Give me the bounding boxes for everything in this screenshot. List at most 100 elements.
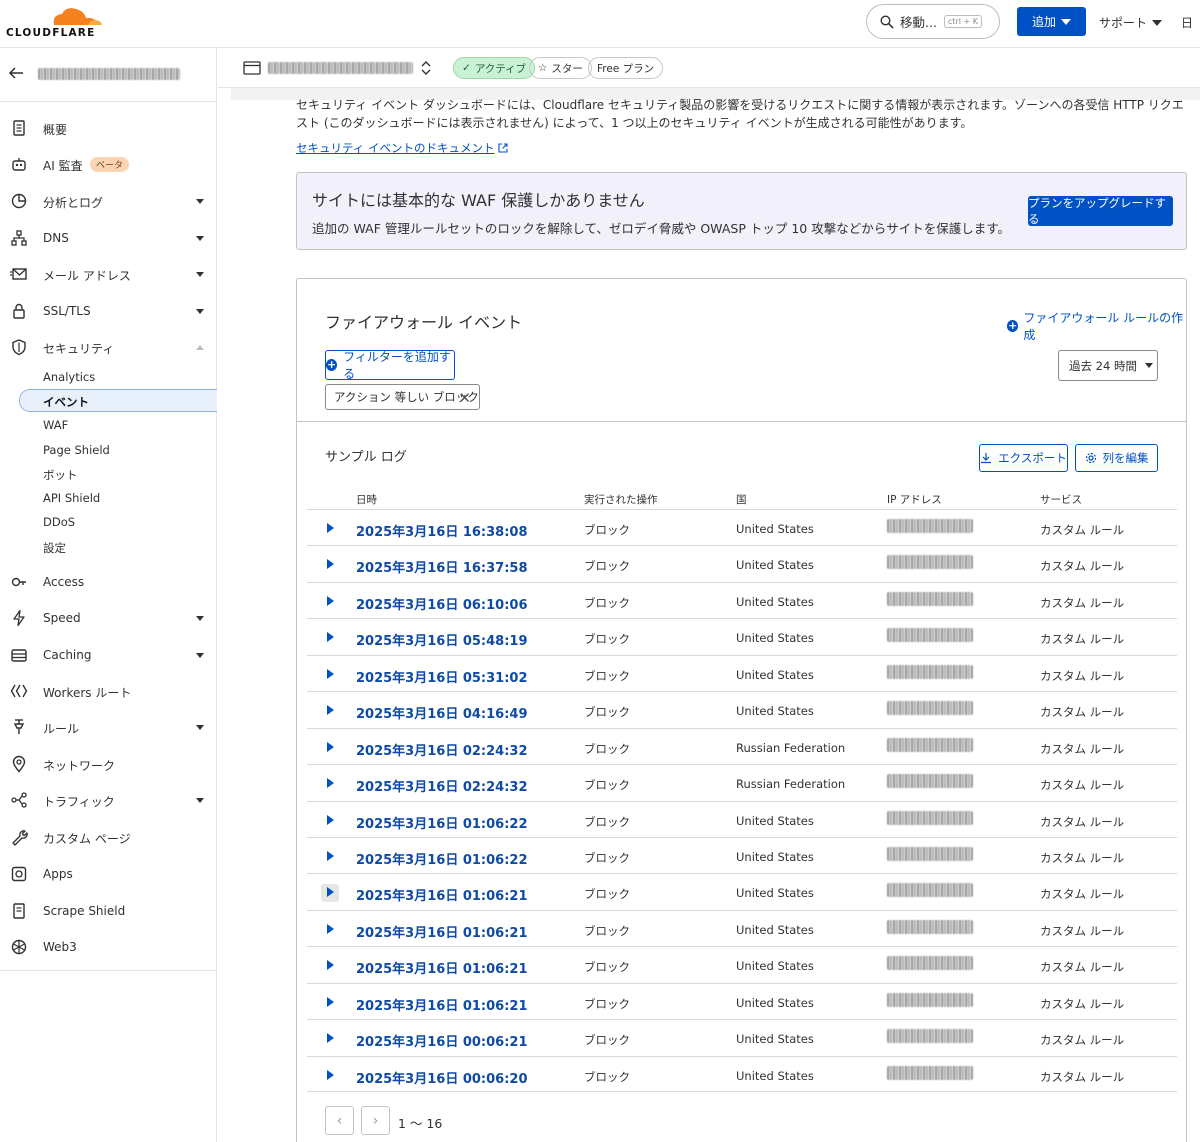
- chevron-up-icon[interactable]: [196, 345, 204, 350]
- back-arrow-icon[interactable]: [8, 65, 24, 81]
- chevron-down-icon[interactable]: [196, 725, 204, 730]
- sidebar-subitem-0[interactable]: Analytics: [43, 370, 95, 384]
- table-row[interactable]: 2025年3月16日 02:24:32 ブロック Russian Federatio…: [307, 764, 1177, 800]
- sidebar-subitem-1[interactable]: イベント: [43, 394, 89, 410]
- cloudflare-logo[interactable]: CLOUDFLARE: [6, 5, 106, 41]
- zone-name-redacted[interactable]: [268, 62, 413, 74]
- event-datetime[interactable]: 2025年3月16日 01:06:21: [356, 922, 528, 941]
- add-button[interactable]: 追加: [1017, 7, 1086, 36]
- expand-row-icon[interactable]: [321, 848, 339, 866]
- event-datetime[interactable]: 2025年3月16日 01:06:21: [356, 958, 528, 977]
- table-row[interactable]: 2025年3月16日 02:24:32 ブロック Russian Federatio…: [307, 727, 1177, 764]
- zone-switcher-icon[interactable]: [420, 60, 432, 76]
- sidebar-subitem-3[interactable]: Page Shield: [43, 443, 110, 457]
- table-row[interactable]: 2025年3月16日 01:06:21 ブロック United States カスタム…: [307, 909, 1177, 946]
- sidebar-item-2[interactable]: 分析とログ: [0, 189, 216, 213]
- expand-row-icon[interactable]: [321, 520, 339, 538]
- expand-row-icon[interactable]: [321, 884, 339, 903]
- table-row[interactable]: 2025年3月16日 04:16:49 ブロック United States カスタム…: [307, 691, 1177, 727]
- expand-row-icon[interactable]: [321, 556, 339, 574]
- sidebar-subitem-2[interactable]: WAF: [43, 418, 68, 432]
- sidebar-item-16[interactable]: Scrape Shield: [0, 899, 216, 923]
- expand-row-icon[interactable]: [321, 739, 339, 757]
- time-range-select[interactable]: 過去 24 時間: [1058, 350, 1158, 381]
- table-row[interactable]: 2025年3月16日 06:10:06 ブロック United States カスタム…: [307, 581, 1177, 618]
- table-row[interactable]: 2025年3月16日 01:06:21 ブロック United States カスタム…: [307, 982, 1177, 1019]
- expand-row-icon[interactable]: [321, 666, 339, 684]
- expand-row-icon[interactable]: [321, 812, 339, 830]
- column-header-ip[interactable]: IP アドレス: [887, 492, 942, 507]
- event-datetime[interactable]: 2025年3月16日 02:24:32: [356, 776, 528, 795]
- upgrade-plan-button[interactable]: プランをアップグレードする: [1028, 196, 1173, 226]
- sidebar-item-3[interactable]: DNS: [0, 226, 216, 250]
- support-menu[interactable]: サポート: [1099, 14, 1163, 31]
- event-datetime[interactable]: 2025年3月16日 01:06:22: [356, 813, 528, 832]
- event-datetime[interactable]: 2025年3月16日 05:48:19: [356, 630, 528, 649]
- expand-row-icon[interactable]: [321, 1067, 339, 1085]
- event-datetime[interactable]: 2025年3月16日 06:10:06: [356, 594, 528, 613]
- next-page-button[interactable]: ›: [361, 1106, 390, 1135]
- sidebar-item-6[interactable]: セキュリティ: [0, 335, 216, 359]
- sidebar-item-11[interactable]: ルール: [0, 715, 216, 739]
- expand-row-icon[interactable]: [321, 957, 339, 975]
- sidebar-item-5[interactable]: SSL/TLS: [0, 299, 216, 323]
- column-header-action[interactable]: 実行された操作: [584, 492, 658, 507]
- sidebar-item-1[interactable]: AI 監査 ベータ: [0, 152, 216, 176]
- chevron-down-icon[interactable]: [196, 272, 204, 277]
- chevron-down-icon[interactable]: [196, 199, 204, 204]
- event-datetime[interactable]: 2025年3月16日 01:06:22: [356, 849, 528, 868]
- table-row[interactable]: 2025年3月16日 00:06:20 ブロック United States カスタム…: [307, 1055, 1177, 1092]
- export-button[interactable]: エクスポート: [979, 444, 1068, 472]
- sidebar-item-8[interactable]: Speed: [0, 606, 216, 630]
- event-datetime[interactable]: 2025年3月16日 00:06:21: [356, 1031, 528, 1050]
- prev-page-button[interactable]: ‹: [325, 1106, 354, 1135]
- sidebar-subitem-5[interactable]: API Shield: [43, 491, 100, 505]
- table-row[interactable]: 2025年3月16日 01:06:22 ブロック United States カスタム…: [307, 800, 1177, 837]
- close-icon[interactable]: ✕: [458, 389, 471, 407]
- edit-columns-button[interactable]: 列を編集: [1075, 444, 1158, 472]
- event-datetime[interactable]: 2025年3月16日 01:06:21: [356, 995, 528, 1014]
- event-datetime[interactable]: 2025年3月16日 02:24:32: [356, 740, 528, 759]
- expand-row-icon[interactable]: [321, 994, 339, 1012]
- add-filter-button[interactable]: + フィルターを追加する: [325, 350, 455, 381]
- table-row[interactable]: 2025年3月16日 00:06:21 ブロック United States カスタム…: [307, 1019, 1177, 1055]
- event-datetime[interactable]: 2025年3月16日 04:16:49: [356, 703, 528, 722]
- sidebar-subitem-6[interactable]: DDoS: [43, 515, 75, 529]
- star-button[interactable]: ☆ スター: [529, 57, 592, 79]
- event-datetime[interactable]: 2025年3月16日 00:06:20: [356, 1068, 528, 1087]
- expand-row-icon[interactable]: [321, 921, 339, 939]
- expand-row-icon[interactable]: [321, 629, 339, 647]
- sidebar-item-15[interactable]: Apps: [0, 862, 216, 886]
- event-datetime[interactable]: 2025年3月16日 01:06:21: [356, 885, 528, 904]
- create-firewall-rule-link[interactable]: + ファイアウォール ルールの作成: [1007, 309, 1186, 343]
- chevron-down-icon[interactable]: [196, 236, 204, 241]
- column-header-country[interactable]: 国: [736, 492, 747, 507]
- table-row[interactable]: 2025年3月16日 01:06:21 ブロック United States カスタム…: [307, 873, 1177, 909]
- expand-row-icon[interactable]: [321, 593, 339, 611]
- table-row[interactable]: 2025年3月16日 05:31:02 ブロック United States カスタム…: [307, 654, 1177, 691]
- chevron-down-icon[interactable]: [196, 309, 204, 314]
- search-button[interactable]: 移動... ctrl + K: [866, 4, 1000, 39]
- documentation-link[interactable]: セキュリティ イベントのドキュメント: [296, 140, 509, 156]
- table-row[interactable]: 2025年3月16日 16:37:58 ブロック United States カスタム…: [307, 545, 1177, 581]
- expand-row-icon[interactable]: [321, 775, 339, 793]
- expand-row-icon[interactable]: [321, 1030, 339, 1048]
- language-menu[interactable]: 日: [1181, 14, 1193, 31]
- sidebar-item-14[interactable]: カスタム ページ: [0, 825, 216, 849]
- sidebar-item-9[interactable]: Caching: [0, 643, 216, 667]
- sidebar-subitem-7[interactable]: 設定: [43, 540, 66, 556]
- sidebar-item-0[interactable]: 概要: [0, 116, 216, 140]
- event-datetime[interactable]: 2025年3月16日 05:31:02: [356, 667, 528, 686]
- sidebar-subitem-4[interactable]: ボット: [43, 467, 78, 483]
- expand-row-icon[interactable]: [321, 702, 339, 720]
- table-row[interactable]: 2025年3月16日 01:06:22 ブロック United States カスタム…: [307, 836, 1177, 873]
- filter-chip[interactable]: アクション 等しい ブロック ✕: [325, 384, 480, 410]
- chevron-down-icon[interactable]: [196, 798, 204, 803]
- table-row[interactable]: 2025年3月16日 05:48:19 ブロック United States カスタム…: [307, 618, 1177, 654]
- table-row[interactable]: 2025年3月16日 01:06:21 ブロック United States カスタム…: [307, 946, 1177, 982]
- chevron-down-icon[interactable]: [196, 653, 204, 658]
- sidebar-item-10[interactable]: Workers ルート: [0, 679, 216, 703]
- sidebar-item-4[interactable]: メール アドレス: [0, 262, 216, 286]
- event-datetime[interactable]: 2025年3月16日 16:37:58: [356, 557, 528, 576]
- sidebar-item-12[interactable]: ネットワーク: [0, 752, 216, 776]
